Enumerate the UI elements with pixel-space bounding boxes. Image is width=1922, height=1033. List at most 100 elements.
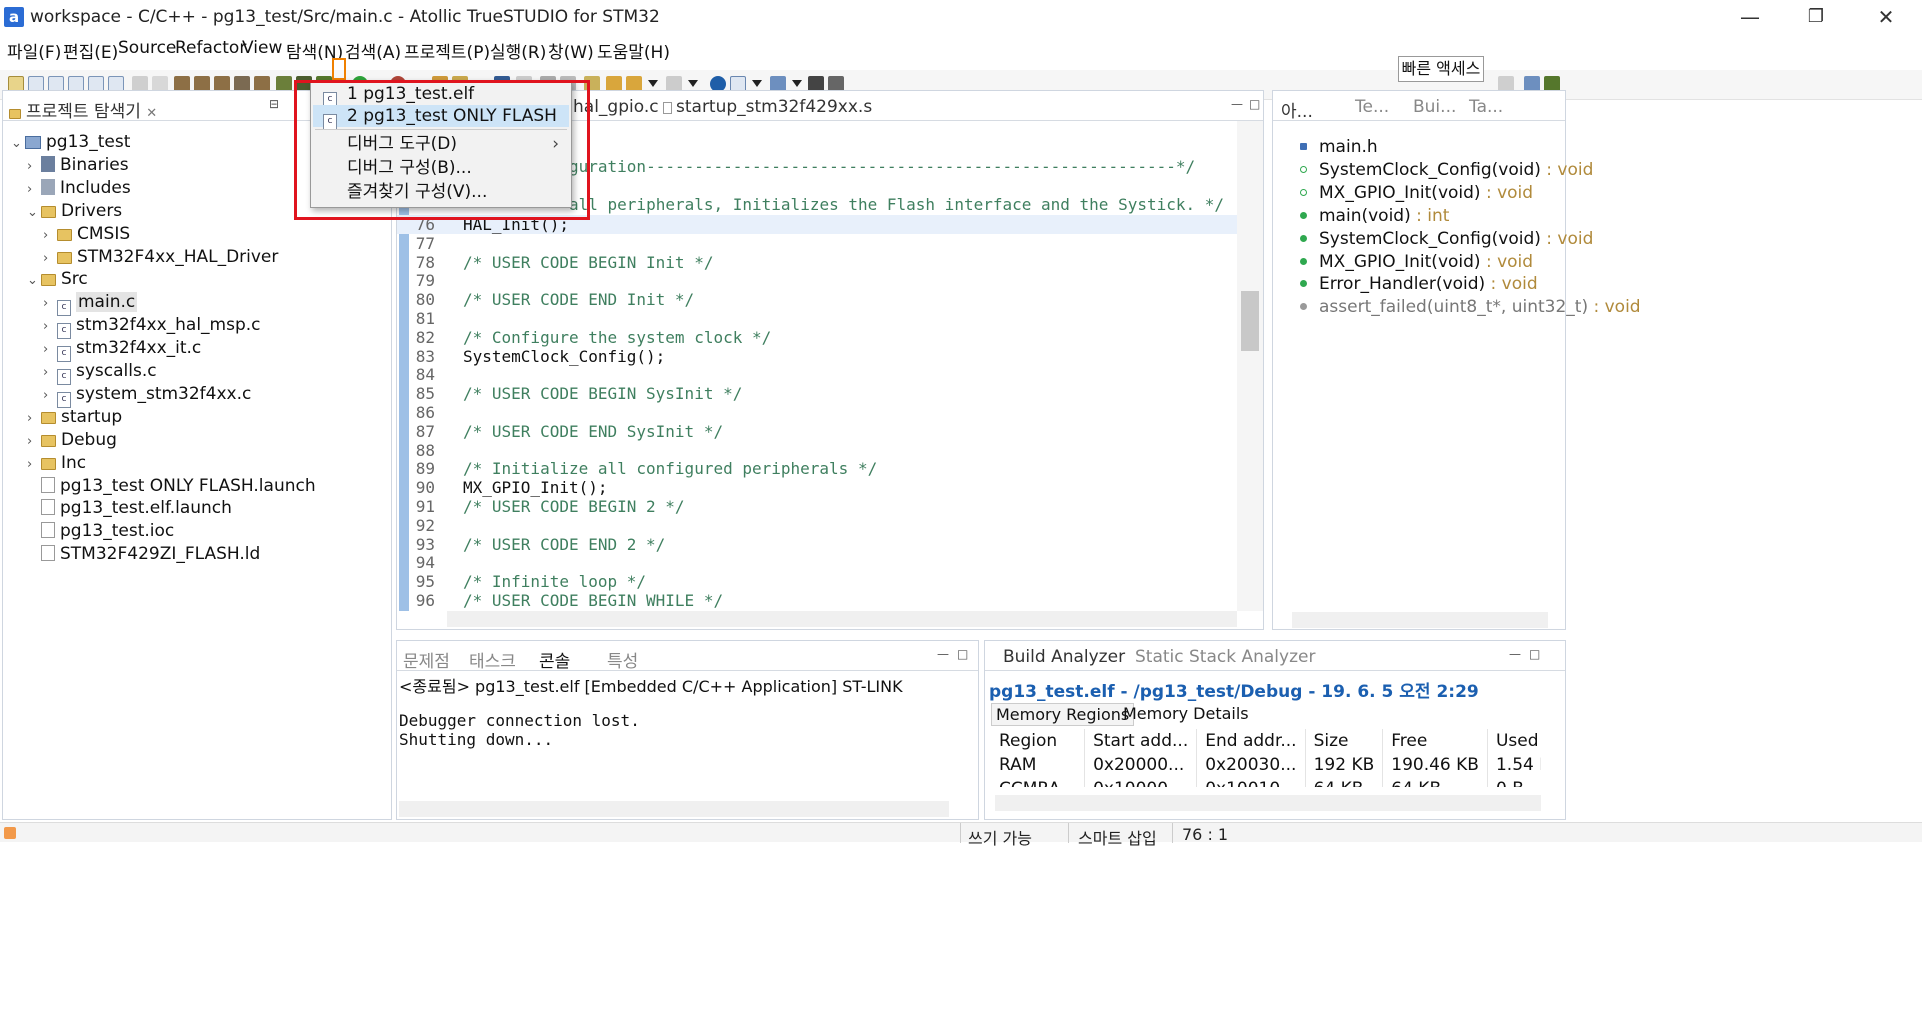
folder-icon (41, 434, 56, 447)
tab-build-targets[interactable]: Bui... (1413, 97, 1456, 117)
line-number: 77 (415, 233, 435, 253)
table-row[interactable]: CCMRA...0x10000...0x10010...64 KB64 KB0 … (991, 777, 1541, 787)
ba-hscrollbar[interactable] (995, 795, 1541, 811)
column-header[interactable]: Used (1487, 729, 1541, 753)
partial-code-line: guration--------------------------------… (569, 157, 1196, 176)
minimize-icon[interactable]: — (937, 647, 949, 661)
tree-item-label: pg13_test (46, 132, 131, 152)
outline-item[interactable]: main.h (1300, 137, 1378, 160)
menu-file[interactable]: 파일(F) (7, 38, 61, 63)
outline-item[interactable]: Error_Handler(void) : void (1300, 274, 1538, 297)
debug-dropdown-highlight[interactable] (332, 58, 346, 80)
tab-build-analyzer[interactable]: Build Analyzer (1003, 647, 1125, 667)
tab-properties[interactable]: 특성 (607, 647, 638, 672)
outline-item[interactable]: MX_GPIO_Init(void) : void (1300, 252, 1533, 275)
minimize-button[interactable]: — (1730, 4, 1770, 30)
line-number: 86 (415, 403, 435, 422)
maximize-button[interactable]: ❐ (1796, 4, 1836, 30)
column-header[interactable]: Size (1305, 729, 1384, 753)
expanded-arrow-icon[interactable]: ⌄ (27, 268, 41, 294)
table-cell: 0x20030... (1196, 753, 1306, 777)
expanded-arrow-icon[interactable]: ⌄ (11, 131, 25, 157)
expanded-arrow-icon[interactable]: ⌄ (27, 200, 41, 226)
tab-tasks[interactable]: 태스크 (469, 647, 516, 672)
minimize-icon[interactable]: — (1231, 97, 1243, 111)
close-tab-icon[interactable]: ✕ (146, 106, 157, 121)
outline-item[interactable]: main(void) : int (1300, 206, 1449, 229)
tab-tasks[interactable]: Ta... (1469, 97, 1503, 117)
menu-search[interactable]: 검색(A) (345, 38, 401, 63)
tab-console[interactable]: 콘솔 (539, 647, 570, 672)
console-hscrollbar[interactable] (399, 801, 949, 817)
maximize-icon[interactable]: □ (1529, 647, 1540, 661)
menu-run[interactable]: 실행(R) (490, 38, 546, 63)
rss-icon[interactable] (4, 827, 16, 839)
tab-static-stack-analyzer[interactable]: Static Stack Analyzer (1135, 647, 1315, 667)
outline-item[interactable]: SystemClock_Config(void) : void (1300, 160, 1593, 183)
collapse-all-icon[interactable]: ⊟ (269, 97, 279, 111)
function-icon (1300, 165, 1307, 173)
menu-window[interactable]: 창(W) (548, 38, 594, 63)
table-row[interactable]: RAM 0x20000... 0x20030... 192 KB 190.46 KB 1.… (991, 753, 1541, 777)
forward-dropdown[interactable] (688, 80, 698, 87)
editor-hscrollbar[interactable] (447, 611, 1237, 627)
column-header[interactable]: Region (991, 729, 1086, 753)
outline-item-name: SystemClock_Config(void) (1319, 228, 1541, 249)
menu-edit[interactable]: 편집(E) (63, 38, 118, 63)
tree-item-label: startup (61, 406, 123, 427)
tab-startup-label: startup_stm32f429xx.s (676, 97, 873, 117)
outline-item[interactable]: MX_GPIO_Init(void) : void (1300, 183, 1533, 206)
menu-source[interactable]: Source (118, 38, 176, 58)
tree-item[interactable]: STM32F429ZI_FLASH.ld (27, 541, 260, 567)
file-icon (41, 476, 55, 493)
outline-item-type: : void (1480, 182, 1534, 203)
outline-hscrollbar[interactable] (1292, 612, 1548, 628)
maximize-icon[interactable]: □ (957, 647, 968, 661)
editor-vscrollbar[interactable] (1237, 121, 1263, 611)
tab-startup[interactable]: startup_stm32f429xx.s (663, 97, 872, 117)
menu-help[interactable]: 도움말(H) (597, 38, 670, 63)
status-writable: 쓰기 가능 (968, 829, 1032, 848)
menu-refactor[interactable]: Refactor (175, 38, 246, 58)
function-icon (1300, 257, 1307, 265)
line-number: 82 (415, 327, 435, 347)
grid-dropdown[interactable] (792, 80, 802, 87)
tree-item-label: stm32f4xx_it.c (76, 338, 202, 359)
column-header[interactable]: Free (1382, 729, 1488, 753)
outline-item[interactable]: SystemClock_Config(void) : void (1300, 229, 1593, 252)
tab-project-explorer[interactable]: 프로젝트 탐색기 ✕ (9, 97, 157, 122)
status-insert-mode: 스마트 삽입 (1078, 829, 1157, 848)
outline-item-name: main(void) (1319, 205, 1411, 226)
scroll-thumb[interactable] (1241, 291, 1259, 351)
subtab-memory-details[interactable]: Memory Details (1119, 703, 1253, 724)
outline-item-type: : void (1588, 297, 1641, 318)
line-number: 94 (415, 553, 435, 573)
column-header[interactable]: End addr... (1196, 729, 1306, 753)
maximize-icon[interactable]: □ (1249, 97, 1260, 111)
close-button[interactable]: ✕ (1866, 4, 1906, 30)
folder-icon (41, 205, 56, 218)
column-header[interactable]: Start add... (1084, 729, 1198, 753)
menu-project[interactable]: 프로젝트(P) (404, 38, 490, 63)
memory-regions-table: Region Start add... End addr... Size Free Use… (991, 729, 1541, 787)
line-number: 83 (415, 346, 435, 366)
console-tabbar: 문제점 태스크 콘솔 특성 — □ (397, 641, 978, 672)
tab-problems[interactable]: 문제점 (403, 647, 450, 672)
back-dropdown[interactable] (648, 80, 658, 87)
line-number: 95 (415, 572, 435, 592)
table-cell: CCMRA... (991, 777, 1086, 787)
subtab-memory-regions[interactable]: Memory Regions (991, 703, 1135, 726)
quick-access-field[interactable]: 빠른 액세스 (1398, 56, 1484, 82)
menu-view[interactable]: View (242, 38, 282, 58)
tab-outline[interactable]: 아... (1281, 97, 1313, 122)
window-dropdown[interactable] (752, 80, 762, 87)
outline-item-name: MX_GPIO_Init(void) (1319, 251, 1481, 272)
tree-item-label: stm32f4xx_hal_msp.c (76, 315, 261, 336)
tree-item-label: Binaries (60, 154, 129, 175)
tab-templates[interactable]: Te... (1355, 97, 1389, 117)
outline-item-type: : void (1540, 228, 1594, 249)
status-divider (1068, 823, 1069, 843)
console-panel: 문제점 태스크 콘솔 특성 — □ <종료됨> pg13_test.elf [E… (396, 640, 979, 820)
outline-item[interactable]: assert_failed(uint8_t*, uint32_t) : void (1300, 297, 1641, 320)
minimize-icon[interactable]: — (1509, 647, 1521, 661)
